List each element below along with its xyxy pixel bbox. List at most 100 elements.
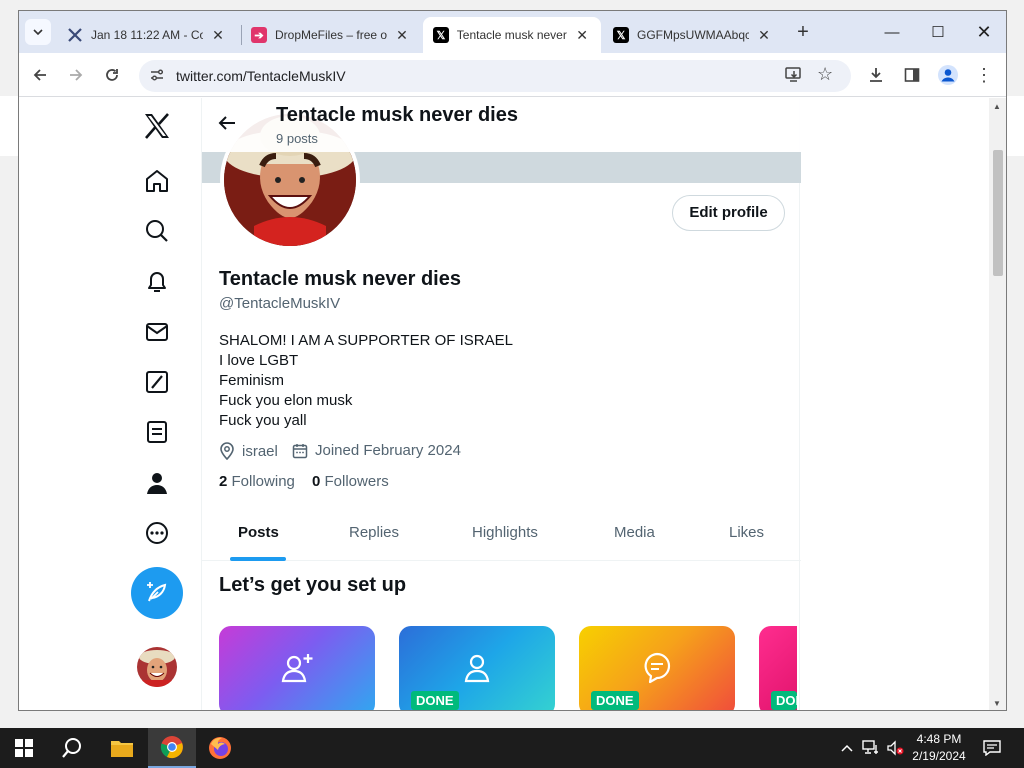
lists-icon[interactable] [143,418,171,446]
firefox-taskbar-button[interactable] [196,728,244,768]
taskbar-clock[interactable]: 4:48 PM 2/19/2024 [900,731,978,765]
downloads-icon[interactable] [863,62,889,88]
back-button[interactable] [27,62,53,88]
setup-card-partial[interactable]: DONE [759,626,797,710]
done-badge: DONE [591,691,639,710]
setup-card-follow[interactable] [219,626,375,710]
search-icon [62,738,81,758]
profile-column: Tentacle musk never dies 9 posts Edit pr… [201,98,801,710]
minimize-button[interactable]: — [869,11,915,53]
scrollbar-thumb[interactable] [993,150,1003,276]
mail-icon[interactable] [143,318,171,346]
tab-likes[interactable]: Likes [729,505,764,561]
pinwheel-icon [67,27,83,43]
profile-joined: Joined February 2024 [292,442,461,459]
tab-replies[interactable]: Replies [349,505,399,561]
profile-display-name: Tentacle musk never dies [219,268,461,290]
firefox-icon [209,737,231,759]
profile-header-bar: Tentacle musk never dies 9 posts [202,98,801,152]
edit-profile-button[interactable]: Edit profile [672,195,785,231]
x-logo-icon: 𝕏 [433,27,449,43]
location-text: israel [242,442,278,460]
bookmark-star-icon[interactable]: ☆ [817,64,833,85]
forward-arrow-icon [70,69,83,81]
feather-plus-icon [147,582,167,602]
chrome-icon [160,736,183,759]
profile-account-icon[interactable] [935,62,961,88]
user-icon [399,650,555,691]
windows-logo-icon [15,739,33,757]
x-logo-icon: 𝕏 [613,27,629,43]
setup-card-topics[interactable]: DONE [579,626,735,710]
followers-count: 0 [312,473,321,490]
dropmefiles-icon: ➔ [251,27,267,43]
menu-kebab-icon[interactable]: ⋮ [971,62,997,88]
tab-media[interactable]: Media [614,505,655,561]
back-arrow-icon[interactable] [218,114,236,137]
forward-button[interactable] [63,62,89,88]
bell-icon[interactable] [143,268,171,296]
browser-window: Jan 18 11:22 AM - Co ✕ ➔ DropMeFiles – f… [18,10,1007,711]
tab-2-close-icon[interactable]: ✕ [393,27,411,44]
tray-overflow-icon[interactable] [838,728,856,768]
home-icon[interactable] [143,167,171,195]
setup-title: Let’s get you set up [219,574,407,596]
tab-2[interactable]: ➔ DropMeFiles – free o ✕ [241,17,423,53]
notifications-icon[interactable] [980,728,1004,768]
profile-icon[interactable] [143,469,171,497]
chevron-down-icon [33,29,43,35]
tab-1-close-icon[interactable]: ✕ [209,27,227,44]
scroll-down-arrow-icon[interactable]: ▼ [993,699,1001,708]
taskbar-search-button[interactable] [48,728,96,768]
tab-1[interactable]: Jan 18 11:22 AM - Co ✕ [57,17,265,53]
selected-tab-indicator [230,557,286,561]
post-button[interactable] [131,567,183,619]
grok-icon[interactable] [143,368,171,396]
site-settings-icon[interactable] [149,67,165,86]
windows-taskbar: 4:48 PM 2/19/2024 [0,728,1024,768]
following-label: Following [231,473,295,490]
page-scrollbar[interactable]: ▲ ▼ [989,98,1006,710]
bio-line: I love LGBT [219,352,299,369]
tab-3-close-icon[interactable]: ✕ [573,27,591,44]
start-button[interactable] [0,728,48,768]
more-icon[interactable] [143,519,171,547]
calendar-icon [292,443,308,458]
reload-button[interactable] [99,62,125,88]
followers-label: Followers [324,473,389,490]
bio-line: Fuck you yall [219,412,307,429]
tab-2-title: DropMeFiles – free o [275,28,387,42]
close-window-button[interactable]: ✕ [961,11,1006,53]
following-link[interactable]: 2 Following [219,473,295,490]
file-explorer-button[interactable] [98,728,146,768]
install-app-icon[interactable] [785,65,803,88]
tab-3-active[interactable]: 𝕏 Tentacle musk never ✕ [423,17,601,53]
desktop-strip [0,96,18,156]
tab-4-close-icon[interactable]: ✕ [755,27,773,44]
done-badge: DONE [771,691,797,710]
done-badge: DONE [411,691,459,710]
tab-4[interactable]: 𝕏 GGFMpsUWMAAbqc ✕ [603,17,785,53]
account-avatar[interactable] [137,647,177,687]
address-bar[interactable]: twitter.com/TentacleMuskIV ☆ [139,60,851,92]
reload-icon [106,69,118,81]
search-icon[interactable] [143,217,171,245]
x-logo-icon[interactable] [143,112,171,140]
add-user-icon [219,650,375,691]
followers-link[interactable]: 0 Followers [312,473,389,490]
browser-toolbar: twitter.com/TentacleMuskIV ☆ ⋮ [19,53,1006,97]
tab-search-button[interactable] [25,19,51,45]
profile-location: israel [219,442,278,460]
tab-4-title: GGFMpsUWMAAbqc [637,28,749,42]
scroll-up-arrow-icon[interactable]: ▲ [993,102,1001,111]
tab-highlights[interactable]: Highlights [472,505,538,561]
network-icon[interactable] [860,728,882,768]
chrome-taskbar-button[interactable] [148,728,196,768]
desktop-strip-right [1006,96,1024,156]
new-tab-button[interactable]: + [791,21,815,45]
tab-posts[interactable]: Posts [238,505,279,561]
maximize-button[interactable]: ☐ [915,11,961,53]
side-panel-icon[interactable] [899,62,925,88]
setup-card-profile[interactable]: DONE [399,626,555,710]
bio-line: Feminism [219,372,285,389]
